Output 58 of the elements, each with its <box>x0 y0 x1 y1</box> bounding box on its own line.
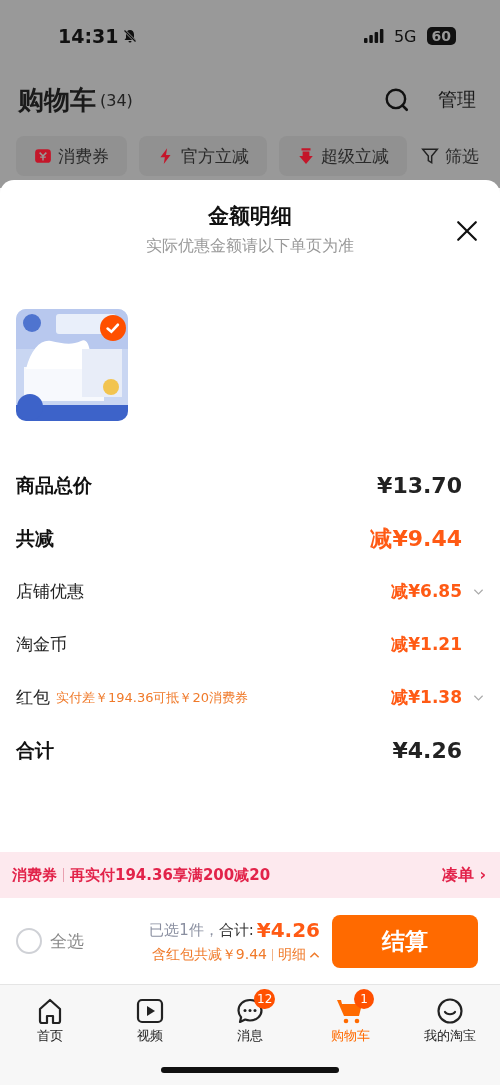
coupon-icon <box>34 147 52 165</box>
status-time: 14:31 <box>58 25 119 47</box>
chevron-down-icon[interactable] <box>473 693 484 702</box>
home-icon <box>36 997 64 1025</box>
row-label: 共减 <box>16 525 54 551</box>
filter-chip[interactable]: 超级立减 <box>279 136 407 176</box>
row-amount: 减¥1.21 <box>391 633 462 656</box>
savings-text: 含红包共减￥9.44 <box>151 946 267 964</box>
row-label: 店铺优惠 <box>16 580 84 603</box>
row-note: 实付差￥194.36可抵￥20消费券 <box>56 688 249 707</box>
search-icon[interactable] <box>384 87 410 113</box>
muted-bell-icon <box>122 28 139 44</box>
promo-text: 再实付194.36享满200减20 <box>70 865 271 885</box>
tab-item[interactable]: 我的淘宝 <box>400 987 500 1045</box>
row-label: 合计 <box>16 737 54 763</box>
row-amount: ¥13.70 <box>377 473 462 498</box>
detail-link[interactable]: 明细 <box>278 946 306 964</box>
chevron-up-icon[interactable] <box>309 951 320 959</box>
row-label: 红包 <box>16 686 50 709</box>
row-amount: ¥4.26 <box>392 738 462 763</box>
sheet-subtitle: 实际优惠金额请以下单页为准 <box>145 236 355 257</box>
row-amount: 减¥6.85 <box>391 580 462 603</box>
down-arrow-icon <box>297 147 315 165</box>
tab-item[interactable]: 12 消息 <box>200 987 300 1045</box>
page-title: 购物车 <box>18 83 96 117</box>
filter-chip[interactable]: 筛选 <box>419 136 481 176</box>
network-type: 5G <box>393 26 417 46</box>
checkout-button[interactable]: 结算 <box>332 914 478 968</box>
row-amount: 减¥9.44 <box>370 524 462 553</box>
tab-item[interactable]: 视频 <box>100 987 200 1045</box>
checkmark-badge-icon[interactable] <box>100 315 126 341</box>
sheet-title: 金额明细 <box>207 203 293 230</box>
notification-badge: 12 <box>254 989 276 1009</box>
select-all-radio[interactable] <box>16 928 42 954</box>
battery-indicator: 60 <box>426 27 456 45</box>
promo-banner[interactable]: 消费券 再实付194.36享满200减20 凑单 › <box>0 852 500 898</box>
selected-count: 已选1件， <box>149 920 219 940</box>
filter-chip[interactable]: 官方立减 <box>139 136 267 176</box>
total-amount: ¥4.26 <box>256 918 320 942</box>
row-label: 商品总价 <box>16 472 92 498</box>
signal-icon <box>363 29 384 43</box>
row-label: 淘金币 <box>16 633 67 656</box>
smiley-icon <box>436 997 464 1025</box>
video-icon <box>136 997 164 1025</box>
select-all-label[interactable]: 全选 <box>50 929 84 953</box>
close-icon[interactable] <box>456 220 478 242</box>
item-count: (34) <box>100 90 133 110</box>
filter-icon <box>421 147 439 165</box>
tab-item[interactable]: 首页 <box>0 987 100 1045</box>
add-items-link[interactable]: 凑单 › <box>441 864 486 886</box>
row-amount: 减¥1.38 <box>391 686 462 709</box>
notification-badge: 1 <box>354 989 374 1009</box>
promo-tag: 消费券 <box>12 865 57 885</box>
total-label: 合计: <box>218 920 254 940</box>
filter-chip[interactable]: 消费券 <box>16 136 127 176</box>
chevron-down-icon[interactable] <box>473 587 484 596</box>
manage-link[interactable]: 管理 <box>438 87 476 113</box>
tab-item[interactable]: 1 购物车 <box>300 987 400 1045</box>
